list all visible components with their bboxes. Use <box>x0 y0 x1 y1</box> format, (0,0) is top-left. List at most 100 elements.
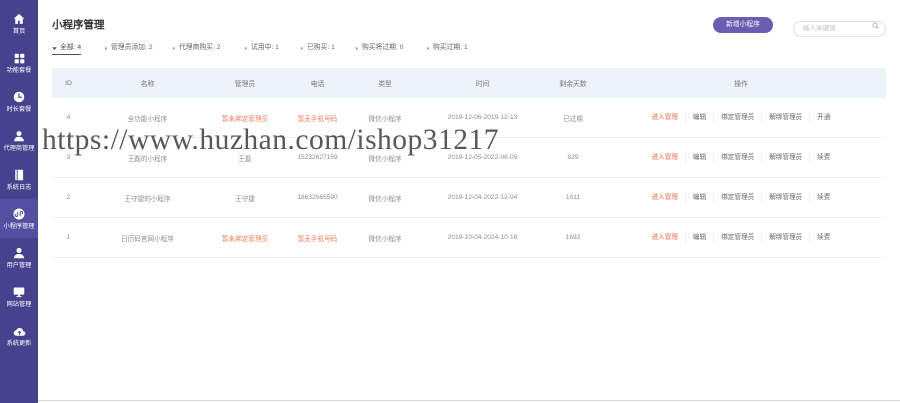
renew-link[interactable]: 续费 <box>809 233 837 242</box>
unbind-admin-link[interactable]: 解绑管理员 <box>761 113 809 122</box>
add-mini-program-button[interactable]: 新增小程序 <box>713 17 773 33</box>
edit-link[interactable]: 编辑 <box>685 153 713 162</box>
sidebar-item-user-management[interactable]: 用户管理 <box>0 238 38 277</box>
unbind-admin-link[interactable]: 解绑管理员 <box>761 193 809 202</box>
filter-admin-added[interactable]: 管理员添加: 2 <box>104 43 153 54</box>
filter-label: 试用中: 1 <box>251 44 279 51</box>
sidebar-item-system-log[interactable]: 系统日志 <box>0 160 38 199</box>
column-header-remaining-days: 剩余天数 <box>559 81 587 88</box>
enter-management-link[interactable]: 进入管理 <box>645 233 685 242</box>
mini-program-table: ID 名称 管理员 电话 类型 时间 剩余天数 操作 4 全功能小程序 暂未绑定… <box>52 68 886 258</box>
enter-management-link[interactable]: 进入管理 <box>645 153 685 162</box>
filter-all[interactable]: 全部: 4 <box>52 43 82 55</box>
unbind-admin-link[interactable]: 解绑管理员 <box>761 233 809 242</box>
cell-remaining-days: 已过期 <box>563 115 583 123</box>
caret-right-icon <box>244 46 248 51</box>
renew-link[interactable]: 续费 <box>809 153 837 162</box>
user-icon <box>13 247 26 260</box>
activate-link[interactable]: 开通 <box>809 113 837 122</box>
edit-link[interactable]: 编辑 <box>685 233 713 242</box>
filter-label: 购买将过期: 0 <box>362 44 404 51</box>
sidebar-item-label: 代理商管理 <box>3 144 35 152</box>
table-row: 3 王磊的小程序 王磊 15232627159 微信小程序 2019-12-05… <box>52 138 886 178</box>
filter-trial[interactable]: 试用中: 1 <box>244 43 279 54</box>
cell-actions: 进入管理 编辑 绑定管理员 解绑管理员 开通 <box>596 113 886 122</box>
cell-remaining-days: 1011 <box>565 194 581 201</box>
column-header-admin: 管理员 <box>234 81 256 88</box>
cell-time: 2019-10-04-2024-10-16 <box>447 234 518 241</box>
caret-down-icon <box>52 46 57 51</box>
sidebar-item-label: 小程序管理 <box>3 222 35 230</box>
bind-admin-link[interactable]: 绑定管理员 <box>713 233 761 242</box>
cell-type: 微信小程序 <box>368 195 402 203</box>
sidebar-item-label: 网站管理 <box>6 300 32 308</box>
sidebar-item-home[interactable]: 首页 <box>0 4 38 43</box>
column-header-type: 类型 <box>378 81 392 88</box>
sidebar-item-label: 功能套餐 <box>6 66 32 74</box>
cell-type: 微信小程序 <box>368 235 402 243</box>
monitor-icon <box>13 286 26 299</box>
cell-admin: 暂未绑定管理员 <box>221 235 269 243</box>
home-icon <box>13 13 26 26</box>
cell-phone: 暂无手机号码 <box>297 115 338 123</box>
cell-name: 王磊的小程序 <box>127 155 168 163</box>
sidebar-item-agent-management[interactable]: 代理商管理 <box>0 121 38 160</box>
cell-admin: 王守捷 <box>235 195 255 203</box>
cell-time: 2019-12-04-2022-12-04 <box>447 194 518 201</box>
cell-actions: 进入管理 编辑 绑定管理员 解绑管理员 续费 <box>596 153 886 162</box>
sidebar-item-mini-program-management[interactable]: 小程序管理 <box>0 199 38 238</box>
sidebar-item-label: 时长套餐 <box>6 105 32 113</box>
sidebar-item-label: 系统更新 <box>6 339 32 347</box>
cell-id: 1 <box>66 234 71 241</box>
cell-actions: 进入管理 编辑 绑定管理员 解绑管理员 续费 <box>596 233 886 242</box>
filter-agent-purchased[interactable]: 代理商购买: 2 <box>172 43 221 54</box>
renew-link[interactable]: 续费 <box>809 193 837 202</box>
mini-program-icon <box>13 208 26 221</box>
enter-management-link[interactable]: 进入管理 <box>645 193 685 202</box>
table-row: 1 日历码官网小程序 暂未绑定管理员 暂无手机号码 微信小程序 2019-10-… <box>52 218 886 258</box>
filter-label: 已购买: 1 <box>307 44 335 51</box>
sidebar-item-feature-packages[interactable]: 功能套餐 <box>0 43 38 82</box>
caret-right-icon <box>300 46 304 51</box>
search-icon[interactable] <box>871 21 879 29</box>
sidebar-item-label: 首页 <box>12 27 26 35</box>
enter-management-link[interactable]: 进入管理 <box>645 113 685 122</box>
cell-id: 2 <box>66 194 71 201</box>
sidebar-item-duration-packages[interactable]: 时长套餐 <box>0 82 38 121</box>
user-icon <box>13 130 26 143</box>
cell-type: 微信小程序 <box>368 155 402 163</box>
sidebar-item-label: 系统日志 <box>6 183 32 191</box>
column-header-phone: 电话 <box>310 81 325 88</box>
unbind-admin-link[interactable]: 解绑管理员 <box>761 153 809 162</box>
filter-expiring-soon[interactable]: 购买将过期: 0 <box>355 43 404 54</box>
cloud-upload-icon <box>13 325 26 338</box>
search-box <box>793 17 886 37</box>
bind-admin-link[interactable]: 绑定管理员 <box>713 113 761 122</box>
cell-name: 全功能小程序 <box>127 115 168 123</box>
filter-tabs: 全部: 4 管理员添加: 2 代理商购买: 2 试用中: 1 已购买: 1 购买… <box>52 43 492 55</box>
filter-expired[interactable]: 购买过期: 1 <box>426 43 468 54</box>
caret-right-icon <box>104 46 108 51</box>
cell-actions: 进入管理 编辑 绑定管理员 解绑管理员 续费 <box>596 193 886 202</box>
caret-right-icon <box>172 46 176 51</box>
cell-phone: 暂无手机号码 <box>297 235 338 243</box>
filter-label: 管理员添加: 2 <box>111 44 153 51</box>
clock-icon <box>13 91 26 104</box>
cell-phone: 18632565590 <box>297 194 338 201</box>
cell-remaining-days: 1693 <box>565 234 581 241</box>
sidebar-item-system-update[interactable]: 系统更新 <box>0 316 38 355</box>
sidebar-item-website-management[interactable]: 网站管理 <box>0 277 38 316</box>
bind-admin-link[interactable]: 绑定管理员 <box>713 153 761 162</box>
cell-name: 日历码官网小程序 <box>121 235 174 243</box>
bottom-divider <box>38 400 900 401</box>
grid-icon <box>13 52 26 65</box>
column-header-id: ID <box>65 79 72 87</box>
filter-purchased[interactable]: 已购买: 1 <box>300 43 335 54</box>
edit-link[interactable]: 编辑 <box>685 113 713 122</box>
bind-admin-link[interactable]: 绑定管理员 <box>713 193 761 202</box>
edit-link[interactable]: 编辑 <box>685 193 713 202</box>
column-header-actions: 操作 <box>734 81 748 88</box>
cell-remaining-days: 829 <box>567 154 579 161</box>
cell-id: 3 <box>66 154 71 161</box>
cell-type: 微信小程序 <box>368 115 402 123</box>
